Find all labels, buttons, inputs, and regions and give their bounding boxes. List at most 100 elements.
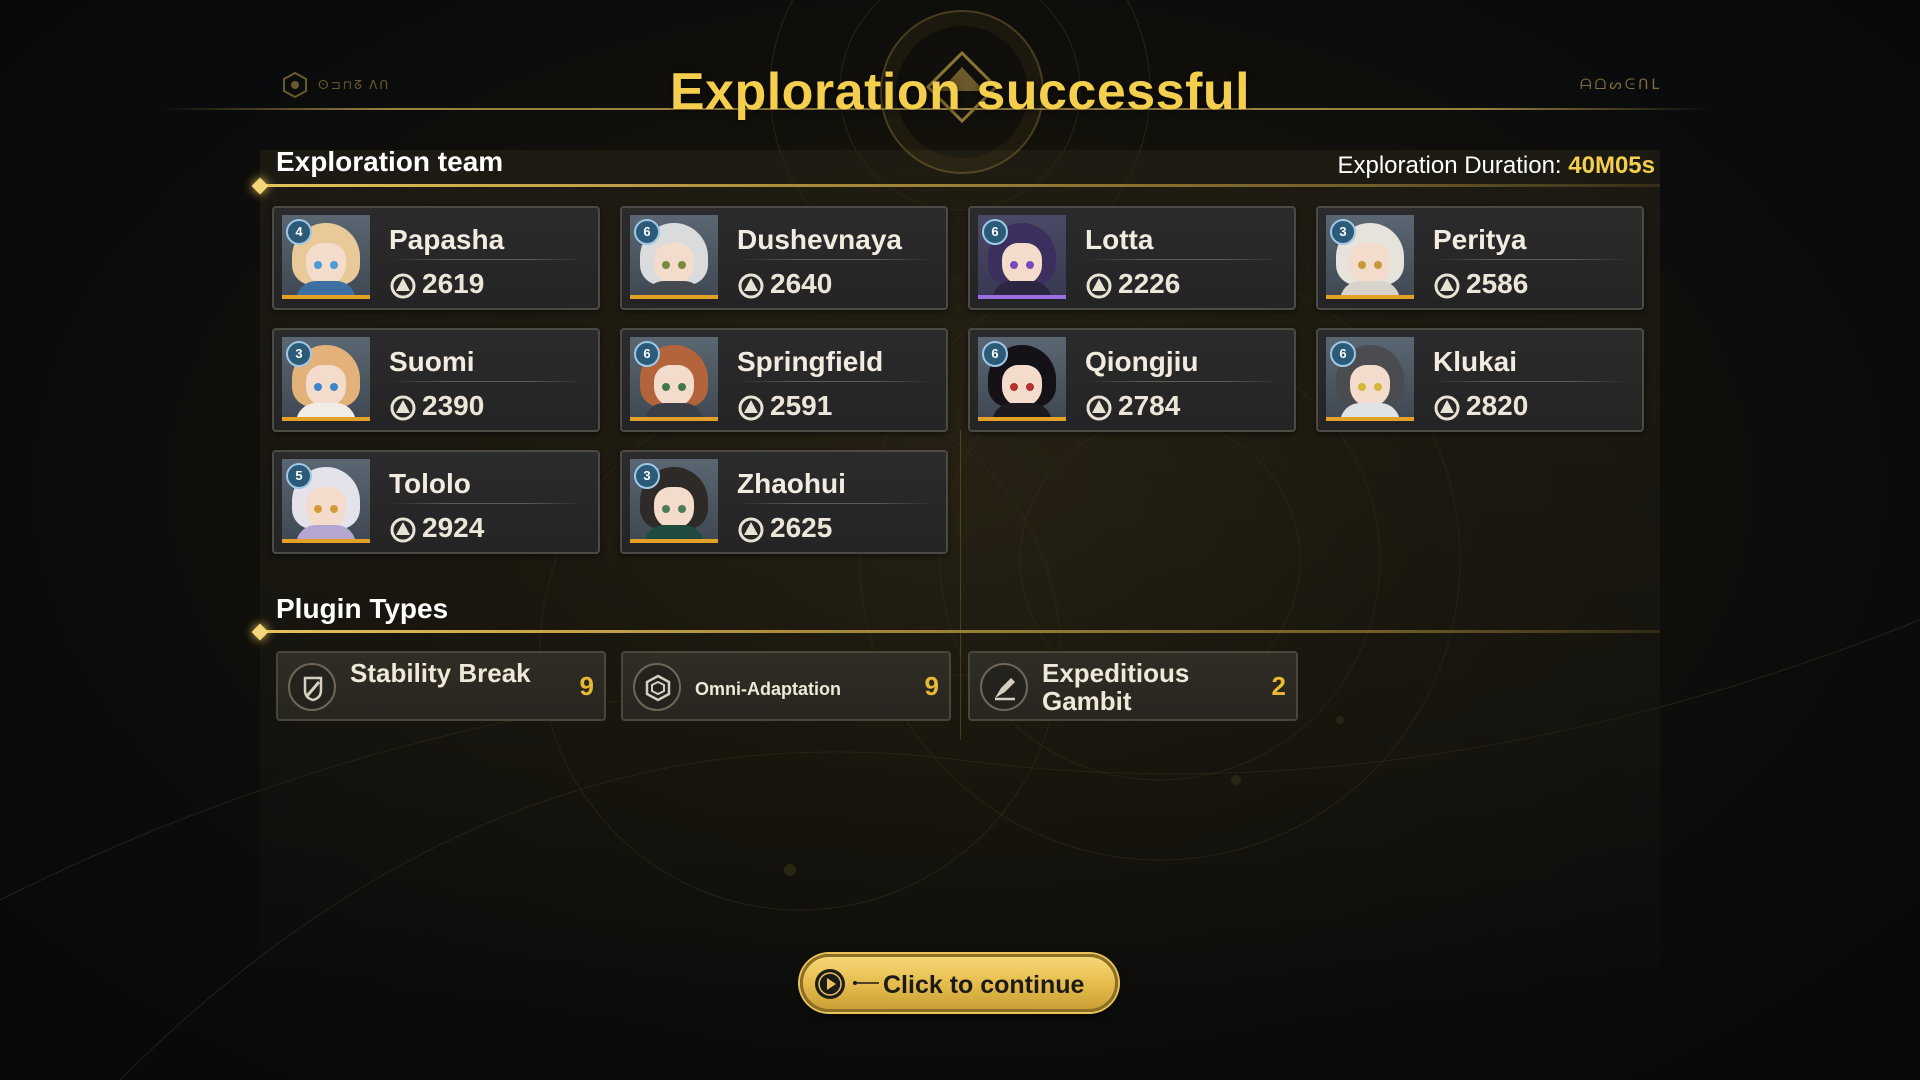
exploration-duration: Exploration Duration: 40M05s: [1337, 152, 1655, 180]
team-member-card[interactable]: 6 Qiongjiu 2784: [968, 328, 1296, 432]
rarity-bar: [978, 295, 1066, 299]
member-power: 2390: [422, 390, 485, 421]
dots-connector-icon: [853, 981, 879, 985]
panel-center-line: [960, 430, 961, 740]
character-portrait: 3: [1326, 215, 1414, 299]
plugin-heading: Plugin Types: [276, 593, 449, 624]
team-member-card[interactable]: 6 Lotta 2226: [968, 206, 1296, 310]
plugin-item-expeditious-gambit[interactable]: Expeditious Gambit 2: [968, 651, 1298, 721]
power-icon: [738, 273, 764, 299]
power-icon: [390, 395, 416, 421]
member-power: 2625: [770, 512, 833, 543]
name-divider: [389, 259, 585, 260]
plugin-count: 2: [1271, 671, 1286, 701]
character-portrait: 5: [282, 459, 370, 543]
continue-button[interactable]: Click to continue: [800, 954, 1118, 1012]
rank-badge: 6: [982, 341, 1008, 367]
plugin-section-rule: [258, 630, 1660, 633]
rarity-bar: [282, 295, 370, 299]
name-divider: [389, 503, 585, 504]
team-member-card[interactable]: 3 Perityа 2586: [1316, 206, 1644, 310]
rank-badge: 6: [634, 341, 660, 367]
rank-badge: 3: [634, 463, 660, 489]
name-divider: [737, 259, 933, 260]
name-divider: [389, 381, 585, 382]
member-power: 2640: [770, 268, 833, 299]
team-section-rule: [258, 184, 1660, 187]
power-icon: [1086, 395, 1112, 421]
character-portrait: 4: [282, 215, 370, 299]
power-icon: [1434, 395, 1460, 421]
member-name: Suomi: [389, 346, 475, 377]
continue-button-label: Click to continue: [883, 971, 1085, 999]
page-title: Exploration successful: [669, 63, 1251, 121]
member-name: Tololo: [389, 468, 471, 499]
rarity-bar: [282, 417, 370, 421]
team-member-card[interactable]: 5 Tololo 2924: [272, 450, 600, 554]
character-portrait: 6: [978, 215, 1066, 299]
member-power: 2591: [770, 390, 833, 421]
duration-label: Exploration Duration:: [1337, 152, 1562, 179]
plugin-count: 9: [579, 671, 594, 701]
rarity-bar: [978, 417, 1066, 421]
power-icon: [390, 273, 416, 299]
member-name: Dushevnaya: [737, 224, 902, 255]
rarity-bar: [630, 539, 718, 543]
member-name: Perityа: [1433, 224, 1527, 255]
power-icon: [1434, 273, 1460, 299]
power-icon: [1086, 273, 1112, 299]
team-member-card[interactable]: 6 Dushevnaya 2640: [620, 206, 948, 310]
rank-badge: 4: [286, 219, 312, 245]
member-power: 2619: [422, 268, 485, 299]
member-power: 2924: [422, 512, 485, 543]
name-divider: [1433, 259, 1629, 260]
power-icon: [738, 517, 764, 543]
rarity-bar: [1326, 295, 1414, 299]
member-power: 2784: [1118, 390, 1181, 421]
plugin-name: Stability Break: [350, 658, 531, 688]
name-divider: [1433, 381, 1629, 382]
member-name: Qiongjiu: [1085, 346, 1199, 377]
team-member-card[interactable]: 6 Springfield 2591: [620, 328, 948, 432]
plugin-item-omni-adaptation[interactable]: Omni-Adaptation 9: [621, 651, 951, 721]
rank-badge: 3: [1330, 219, 1356, 245]
member-power: 2226: [1118, 268, 1181, 299]
power-icon: [390, 517, 416, 543]
plugin-name: Expeditious Gambit: [1042, 658, 1190, 716]
rank-badge: 6: [1330, 341, 1356, 367]
rarity-bar: [630, 295, 718, 299]
duration-value: 40M05s: [1568, 152, 1655, 179]
name-divider: [737, 503, 933, 504]
character-portrait: 6: [1326, 337, 1414, 421]
member-power: 2586: [1466, 268, 1529, 299]
plugin-item-stability-break[interactable]: Stability Break 9: [276, 651, 606, 721]
stability-break-icon: [288, 663, 336, 711]
team-member-card[interactable]: 3 Zhaohui 2625: [620, 450, 948, 554]
name-divider: [737, 381, 933, 382]
character-portrait: 3: [282, 337, 370, 421]
character-portrait: 6: [630, 215, 718, 299]
team-member-card[interactable]: 4 Papasha 2619: [272, 206, 600, 310]
member-name: Klukai: [1433, 346, 1518, 377]
rarity-bar: [282, 539, 370, 543]
rarity-bar: [630, 417, 718, 421]
team-heading: Exploration team: [276, 146, 504, 177]
plugin-count: 9: [924, 671, 939, 701]
omni-adaptation-icon: [633, 663, 681, 711]
rarity-bar: [1326, 417, 1414, 421]
rank-badge: 6: [634, 219, 660, 245]
member-name: Papasha: [389, 224, 505, 255]
rank-badge: 5: [286, 463, 312, 489]
member-power: 2820: [1466, 390, 1529, 421]
member-name: Lotta: [1085, 224, 1154, 255]
rank-badge: 3: [286, 341, 312, 367]
power-icon: [738, 395, 764, 421]
plugin-name: Omni-Adaptation: [695, 679, 841, 699]
team-member-card[interactable]: 3 Suomi 2390: [272, 328, 600, 432]
expeditious-gambit-icon: [980, 663, 1028, 711]
rank-badge: 6: [982, 219, 1008, 245]
team-member-card[interactable]: 6 Klukai 2820: [1316, 328, 1644, 432]
character-portrait: 3: [630, 459, 718, 543]
name-divider: [1085, 381, 1281, 382]
member-name: Springfield: [737, 346, 884, 377]
